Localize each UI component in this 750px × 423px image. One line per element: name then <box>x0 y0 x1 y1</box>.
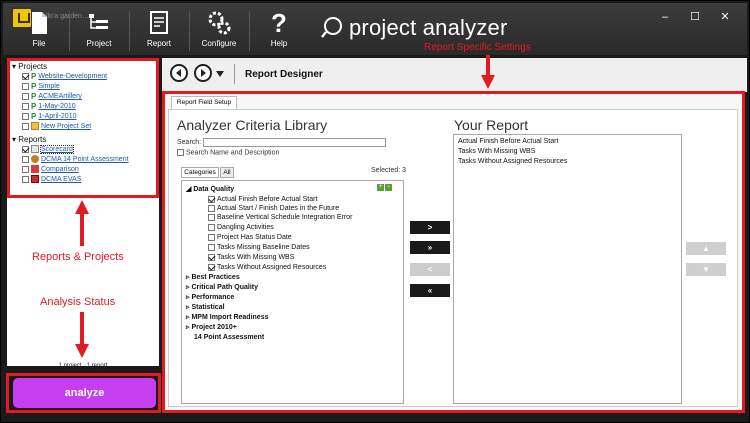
arrow-up-icon <box>75 200 89 246</box>
minimize-button[interactable]: – <box>655 10 675 24</box>
project-label: Project <box>86 39 112 48</box>
arrow-down-icon <box>481 55 495 89</box>
report-button[interactable]: Report <box>131 3 187 55</box>
help-button[interactable]: ? Help <box>251 3 307 55</box>
ribbon-toolbar: Hallo'a garden… File Project Report Conf… <box>3 3 747 55</box>
project-icon <box>89 14 108 29</box>
annotation-analysis-status: Analysis Status <box>40 296 116 308</box>
gears-icon <box>208 11 231 35</box>
file-label: File <box>32 39 46 48</box>
question-icon: ? <box>271 10 287 36</box>
forward-arrow-icon <box>201 69 206 77</box>
report-label: Report <box>146 39 171 48</box>
close-button[interactable]: ✕ <box>715 10 735 24</box>
brand-title: project analyzer <box>349 15 508 40</box>
arrow-down-icon <box>75 312 89 358</box>
help-label: Help <box>270 39 288 48</box>
back-button[interactable] <box>170 64 188 82</box>
file-button[interactable]: File <box>11 3 67 55</box>
report-settings-highlight <box>162 91 745 413</box>
nav-divider <box>234 64 235 84</box>
back-arrow-icon <box>176 69 181 77</box>
analyze-highlight <box>6 373 161 413</box>
projects-reports-highlight <box>7 58 159 198</box>
annotation-reports-projects: Reports & Projects <box>32 251 124 263</box>
brand-logo-icon <box>321 17 342 38</box>
svg-text:?: ? <box>271 10 287 36</box>
configure-button[interactable]: Configure <box>191 3 247 55</box>
forward-button[interactable] <box>194 64 212 82</box>
project-button[interactable]: Project <box>71 3 127 55</box>
file-icon <box>32 12 47 34</box>
page-title: Report Designer <box>245 69 323 80</box>
history-dropdown-icon[interactable] <box>215 70 225 78</box>
analysis-status: 1 project , 1 report <box>58 363 108 369</box>
configure-label: Configure <box>201 39 237 48</box>
report-icon <box>150 11 168 34</box>
maximize-button[interactable]: ☐ <box>685 10 705 24</box>
annotation-report-specific: Report Specific Settings <box>424 42 531 53</box>
